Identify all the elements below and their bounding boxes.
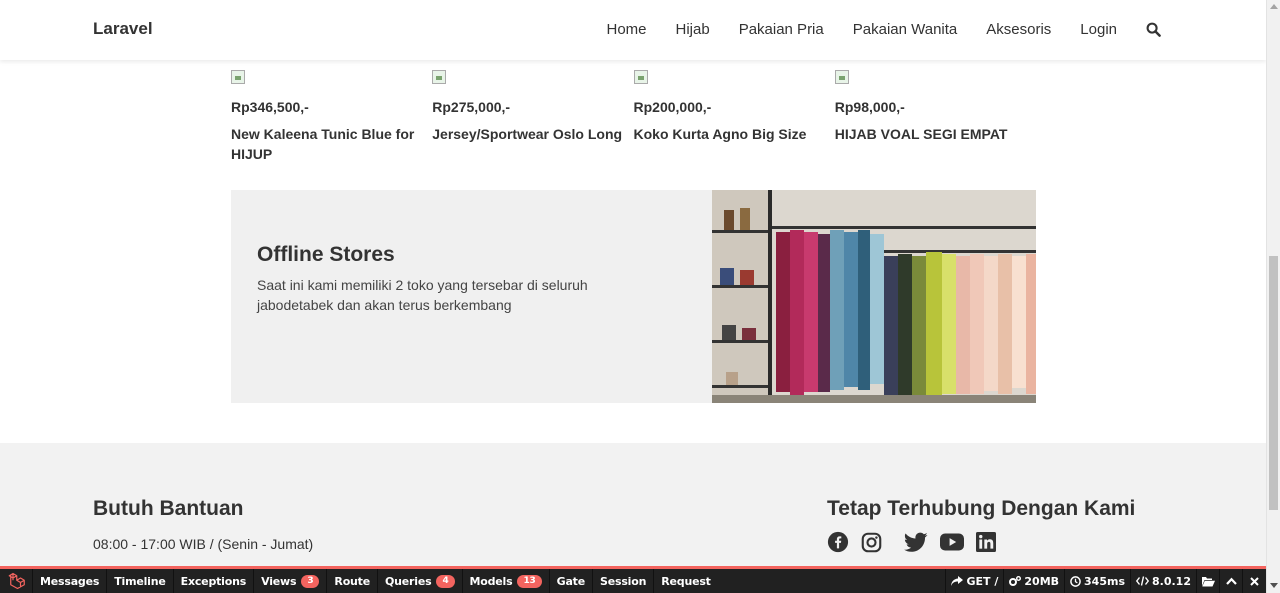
code-icon <box>1136 576 1150 586</box>
models-count-badge: 13 <box>517 574 542 588</box>
scroll-up-arrow-icon[interactable] <box>1270 4 1278 9</box>
nav-item-home[interactable]: Home <box>606 21 646 38</box>
help-title: Butuh Bantuan <box>93 497 244 520</box>
page: Laravel Home Hijab Pakaian Pria Pakaian … <box>0 0 1266 593</box>
linkedin-icon[interactable] <box>976 532 996 557</box>
social-links <box>827 531 1008 558</box>
help-hours: 08:00 - 17:00 WIB / (Senin - Jumat) <box>93 536 314 552</box>
facebook-icon[interactable] <box>827 531 849 558</box>
nav-item-pakaian-wanita[interactable]: Pakaian Wanita <box>853 21 958 38</box>
product-price: Rp275,000,- <box>432 99 511 115</box>
debug-tab-queries[interactable]: Queries 4 <box>378 569 463 593</box>
product-price: Rp98,000,- <box>834 99 905 115</box>
navbar: Laravel Home Hijab Pakaian Pria Pakaian … <box>0 0 1266 60</box>
product-price: Rp200,000,- <box>633 99 712 115</box>
instagram-icon[interactable] <box>861 532 882 558</box>
share-icon <box>951 575 964 586</box>
product-list: Rp346,500,- New Kaleena Tunic Blue for H… <box>231 70 1036 164</box>
banner-title: Offline Stores <box>257 243 395 266</box>
page-scrollbar[interactable] <box>1266 0 1280 593</box>
offline-stores-banner: Offline Stores Saat ini kami memiliki 2 … <box>231 190 1036 403</box>
php-version[interactable]: 8.0.12 <box>1130 569 1196 593</box>
open-folder-icon[interactable] <box>1196 569 1219 593</box>
contact-title: Tetap Terhubung Dengan Kami <box>827 497 1136 520</box>
search-icon[interactable] <box>1146 22 1161 37</box>
product-image[interactable] <box>834 70 849 84</box>
debug-tab-models[interactable]: Models 13 <box>463 569 550 593</box>
debug-tab-request[interactable]: Request <box>654 569 718 593</box>
close-icon[interactable] <box>1242 569 1266 593</box>
twitter-icon[interactable] <box>903 532 928 558</box>
nav-item-pakaian-pria[interactable]: Pakaian Pria <box>739 21 824 38</box>
laravel-logo-icon[interactable] <box>0 569 33 593</box>
debugbar: Messages Timeline Exceptions Views 3 Rout… <box>0 566 1266 593</box>
debug-tab-session[interactable]: Session <box>593 569 655 593</box>
memory-usage[interactable]: 20MB <box>1003 569 1064 593</box>
queries-count-badge: 4 <box>436 574 455 588</box>
debug-tab-exceptions[interactable]: Exceptions <box>174 569 255 593</box>
debug-tab-route[interactable]: Route <box>327 569 378 593</box>
store-photo <box>712 190 1036 403</box>
product-name[interactable]: Koko Kurta Agno Big Size <box>634 124 824 144</box>
product-card[interactable]: Rp346,500,- New Kaleena Tunic Blue for H… <box>231 70 432 164</box>
restore-icon[interactable] <box>1219 569 1242 593</box>
debugbar-stats: GET / 20MB 345ms 8.0.12 <box>945 569 1266 593</box>
scroll-down-arrow-icon[interactable] <box>1270 583 1278 588</box>
product-card[interactable]: Rp275,000,- Jersey/Sportwear Oslo Long <box>432 70 633 164</box>
nav-item-aksesoris[interactable]: Aksesoris <box>986 21 1051 38</box>
debug-tab-gate[interactable]: Gate <box>550 569 593 593</box>
product-image[interactable] <box>231 70 245 84</box>
debug-tab-views[interactable]: Views 3 <box>254 569 328 593</box>
product-name[interactable]: Jersey/Sportwear Oslo Long <box>432 124 622 144</box>
banner-text: Saat ini kami memiliki 2 toko yang terse… <box>257 277 588 313</box>
youtube-icon[interactable] <box>940 533 964 556</box>
product-card[interactable]: Rp98,000,- HIJAB VOAL SEGI EMPAT <box>834 70 1036 164</box>
debug-tab-messages[interactable]: Messages <box>33 569 108 593</box>
product-name[interactable]: HIJAB VOAL SEGI EMPAT <box>835 124 1025 144</box>
nav-item-login[interactable]: Login <box>1080 21 1117 38</box>
scrollbar-thumb[interactable] <box>1269 256 1278 510</box>
request-time[interactable]: 345ms <box>1064 569 1130 593</box>
product-price: Rp346,500,- <box>231 99 309 115</box>
nav-menu: Home Hijab Pakaian Pria Pakaian Wanita A… <box>577 21 1161 38</box>
debug-tab-timeline[interactable]: Timeline <box>107 569 174 593</box>
cogs-icon <box>1009 575 1022 586</box>
nav-item-hijab[interactable]: Hijab <box>676 21 710 38</box>
request-method[interactable]: GET / <box>945 569 1003 593</box>
product-name[interactable]: New Kaleena Tunic Blue for HIJUP <box>231 124 421 164</box>
product-card[interactable]: Rp200,000,- Koko Kurta Agno Big Size <box>633 70 835 164</box>
brand-logo[interactable]: Laravel <box>93 19 153 39</box>
product-image[interactable] <box>633 70 648 84</box>
views-count-badge: 3 <box>301 574 320 588</box>
clock-icon <box>1070 575 1081 587</box>
product-image[interactable] <box>432 70 447 84</box>
